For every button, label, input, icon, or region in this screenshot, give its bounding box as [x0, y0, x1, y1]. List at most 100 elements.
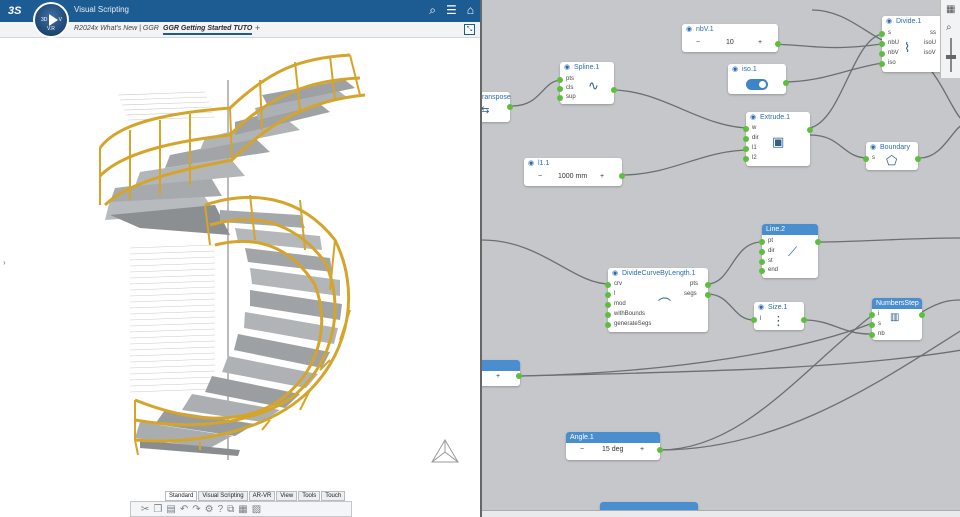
- input-port[interactable]: [759, 259, 765, 265]
- visibility-icon[interactable]: ◉: [758, 302, 764, 313]
- visibility-icon[interactable]: ◉: [528, 158, 534, 169]
- input-port[interactable]: [863, 156, 869, 162]
- increment-button[interactable]: +: [496, 373, 500, 380]
- input-port[interactable]: [743, 146, 749, 152]
- node-divide-curve-by-length[interactable]: ◉ DivideCurveByLength.1 crv l mod withBou…: [605, 268, 711, 332]
- input-port[interactable]: [743, 136, 749, 142]
- layout-icon[interactable]: ▦: [238, 504, 247, 515]
- visibility-icon[interactable]: ◉: [886, 16, 892, 27]
- tab-visual-scripting[interactable]: Visual Scripting: [198, 491, 248, 501]
- output-port[interactable]: [815, 239, 821, 245]
- tab-standard[interactable]: Standard: [165, 491, 198, 501]
- input-port[interactable]: [879, 61, 885, 67]
- input-port[interactable]: [759, 268, 765, 274]
- output-port[interactable]: [775, 41, 781, 47]
- decrement-button[interactable]: −: [580, 446, 584, 453]
- output-port[interactable]: [705, 292, 711, 298]
- zoom-slider-handle[interactable]: [946, 55, 956, 59]
- output-port[interactable]: [919, 312, 925, 318]
- decrement-button[interactable]: −: [696, 39, 700, 46]
- undo-icon[interactable]: ↶: [180, 504, 188, 515]
- node-divide[interactable]: ◉ Divide.1 s nbU nbV iso ⌇ ss isoU isoV: [879, 16, 944, 72]
- tab-touch[interactable]: Touch: [321, 491, 346, 501]
- paste-icon[interactable]: ▤: [166, 504, 175, 515]
- input-port[interactable]: [605, 282, 611, 288]
- play-icon[interactable]: [49, 14, 58, 26]
- output-port[interactable]: [611, 87, 617, 93]
- input-port[interactable]: [879, 31, 885, 37]
- 3d-viewport[interactable]: [0, 38, 480, 498]
- visibility-icon[interactable]: ◉: [564, 62, 570, 73]
- increment-button[interactable]: +: [640, 446, 644, 453]
- input-port[interactable]: [605, 292, 611, 298]
- input-port[interactable]: [879, 41, 885, 47]
- output-port[interactable]: [915, 156, 921, 162]
- compass-icon[interactable]: 3D V V.R: [33, 2, 69, 38]
- help-icon[interactable]: ?: [218, 504, 224, 515]
- node-size[interactable]: ◉ Size.1 l ⋮: [751, 302, 807, 330]
- input-port[interactable]: [557, 86, 563, 92]
- increment-button[interactable]: +: [600, 173, 604, 180]
- l1-value[interactable]: 1000 mm: [558, 173, 587, 180]
- output-port[interactable]: [516, 373, 522, 379]
- group-icon[interactable]: ⧉: [227, 504, 234, 515]
- search-icon[interactable]: ⌕: [429, 4, 436, 17]
- node-numbers-step[interactable]: NumbersStep i s nb ▥: [869, 298, 925, 340]
- visibility-icon[interactable]: ◉: [732, 64, 738, 75]
- input-port[interactable]: [869, 332, 875, 338]
- tab-view[interactable]: View: [276, 491, 298, 501]
- menu-icon[interactable]: ☰: [446, 4, 457, 17]
- visibility-icon[interactable]: ◉: [612, 268, 618, 279]
- node-partial[interactable]: +: [482, 360, 522, 386]
- input-port[interactable]: [743, 156, 749, 162]
- add-tab-button[interactable]: +: [255, 23, 260, 33]
- angle-value[interactable]: 15 deg: [602, 446, 623, 453]
- redo-icon[interactable]: ↷: [192, 504, 200, 515]
- iso-toggle[interactable]: [746, 79, 768, 90]
- input-port[interactable]: [557, 95, 563, 101]
- cut-icon[interactable]: ✂: [141, 504, 149, 515]
- input-port[interactable]: [751, 317, 757, 323]
- input-port[interactable]: [557, 77, 563, 83]
- map-icon[interactable]: ▦: [946, 4, 955, 15]
- output-port[interactable]: [619, 173, 625, 179]
- tab-tools[interactable]: Tools: [298, 491, 321, 501]
- node-spline[interactable]: ◉ Spline.1 pts cls sup ∿: [557, 62, 617, 104]
- tab-ar-vr[interactable]: AR-VR: [248, 491, 276, 501]
- input-port[interactable]: [605, 312, 611, 318]
- visibility-icon[interactable]: ◉: [686, 24, 692, 35]
- input-port[interactable]: [759, 239, 765, 245]
- decrement-button[interactable]: −: [538, 173, 542, 180]
- input-port[interactable]: [605, 322, 611, 328]
- graph-editor-pane[interactable]: ◉ nbV.1 − 10 + ◉ Divide.1 s nbU nbV iso ⌇ …: [480, 0, 960, 517]
- node-line[interactable]: Line.2 pt dir st end ⟋: [759, 224, 821, 278]
- tab-whats-new[interactable]: R2024x What's New | GGR: [74, 25, 159, 32]
- view-orientation-icon[interactable]: [431, 439, 459, 463]
- output-port[interactable]: [705, 282, 711, 288]
- input-port[interactable]: [869, 312, 875, 318]
- node-angle[interactable]: Angle.1 − 15 deg +: [566, 432, 663, 460]
- output-port[interactable]: [801, 317, 807, 323]
- node-extrude[interactable]: ◉ Extrude.1 w dir l1 l2 ▣: [743, 112, 813, 166]
- input-port[interactable]: [869, 322, 875, 328]
- input-port[interactable]: [743, 126, 749, 132]
- tab-getting-started[interactable]: GGR Getting Started TUTO: [163, 25, 253, 35]
- chart-icon[interactable]: ▨: [252, 504, 261, 515]
- brand-logo[interactable]: 3S: [8, 5, 21, 17]
- output-port[interactable]: [507, 104, 513, 110]
- zoom-icon[interactable]: ⌕: [946, 22, 952, 33]
- input-port[interactable]: [759, 249, 765, 255]
- output-port[interactable]: [783, 80, 789, 86]
- collapse-icon[interactable]: ⤡: [464, 24, 475, 35]
- increment-button[interactable]: +: [758, 39, 762, 46]
- input-port[interactable]: [605, 302, 611, 308]
- settings-icon[interactable]: ⚙: [205, 504, 214, 515]
- node-iso[interactable]: ◉ iso.1: [728, 64, 789, 94]
- input-port[interactable]: [879, 51, 885, 57]
- node-transpose[interactable]: ranspose ⇆: [482, 92, 513, 122]
- nbv-value[interactable]: 10: [726, 39, 734, 46]
- node-l1[interactable]: ◉ l1.1 − 1000 mm +: [524, 158, 625, 186]
- copy-icon[interactable]: ❐: [153, 504, 162, 515]
- visibility-icon[interactable]: ◉: [870, 142, 876, 153]
- output-port[interactable]: [657, 447, 663, 453]
